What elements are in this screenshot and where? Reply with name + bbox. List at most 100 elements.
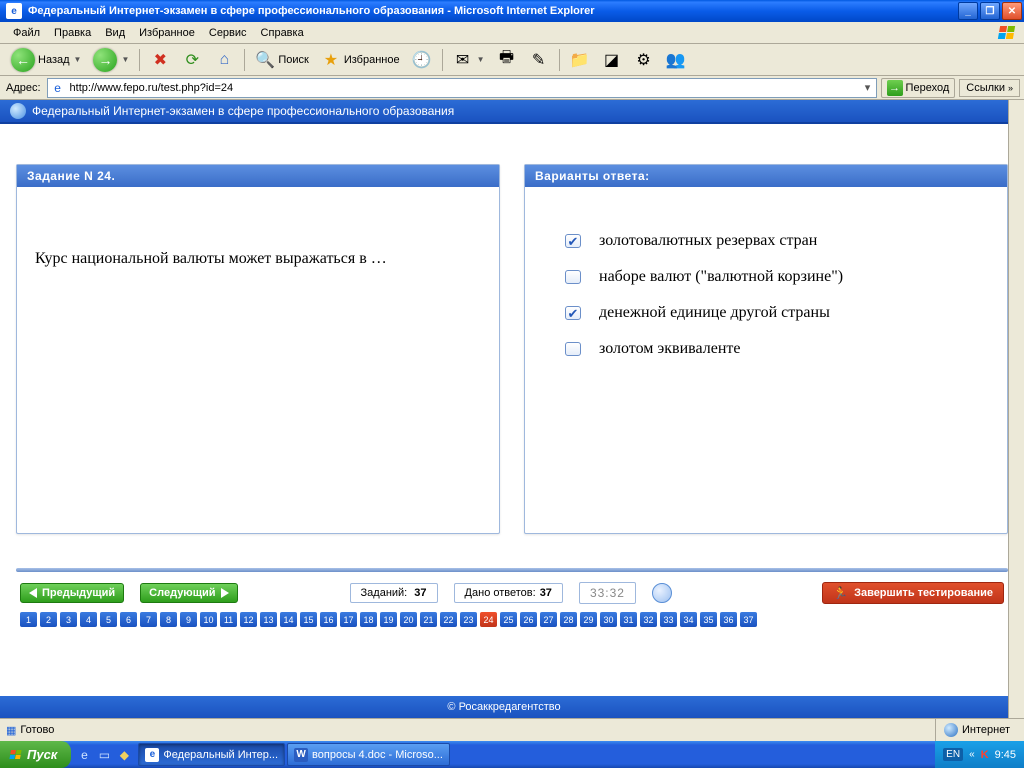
question-number[interactable]: 24: [480, 612, 497, 627]
menu-help[interactable]: Справка: [254, 25, 311, 41]
edit-button[interactable]: ✎: [524, 47, 554, 73]
answer-checkbox[interactable]: ✔: [565, 306, 581, 320]
separator: [244, 49, 245, 71]
back-label: Назад: [38, 54, 70, 66]
forward-icon: →: [93, 48, 117, 72]
menu-favorites[interactable]: Избранное: [132, 25, 202, 41]
finish-button[interactable]: 🏃Завершить тестирование: [822, 582, 1004, 604]
answered-count-box: Дано ответов:37: [454, 583, 563, 603]
tray-clock[interactable]: 9:45: [995, 749, 1016, 761]
question-number[interactable]: 5: [100, 612, 117, 627]
address-input-wrap[interactable]: e ▾: [47, 78, 877, 98]
toolbar-extra-4[interactable]: 👥: [661, 47, 691, 73]
people-icon: 👥: [666, 50, 686, 70]
tasks-count-box: Заданий: 37: [350, 583, 438, 603]
start-label: Пуск: [27, 747, 57, 762]
address-dropdown[interactable]: ▾: [860, 81, 876, 94]
question-number[interactable]: 3: [60, 612, 77, 627]
triangle-left-icon: [29, 588, 37, 598]
taskbar-item[interactable]: eФедеральный Интер...: [138, 743, 285, 766]
question-number[interactable]: 25: [500, 612, 517, 627]
toolbar-extra-2[interactable]: ◪: [597, 47, 627, 73]
close-button[interactable]: ✕: [1002, 2, 1022, 20]
print-button[interactable]: 🖶: [492, 47, 522, 73]
search-button[interactable]: 🔍Поиск: [250, 47, 313, 73]
toolbar-extra-3[interactable]: ⚙: [629, 47, 659, 73]
answers-panel-title: Варианты ответа:: [525, 165, 1007, 187]
question-number[interactable]: 19: [380, 612, 397, 627]
mail-button[interactable]: ✉▼: [448, 47, 490, 73]
tray-av-icon[interactable]: K: [981, 749, 989, 761]
question-number[interactable]: 6: [120, 612, 137, 627]
answer-checkbox[interactable]: [565, 270, 581, 284]
home-button[interactable]: ⌂: [209, 47, 239, 73]
go-button[interactable]: → Переход: [881, 78, 956, 98]
chevron-down-icon: ▼: [121, 55, 129, 64]
tray-chevron-icon[interactable]: «: [969, 749, 975, 760]
language-indicator[interactable]: EN: [943, 748, 963, 761]
address-input[interactable]: [68, 79, 860, 97]
question-number[interactable]: 22: [440, 612, 457, 627]
menu-tools[interactable]: Сервис: [202, 25, 254, 41]
menu-view[interactable]: Вид: [98, 25, 132, 41]
question-number[interactable]: 28: [560, 612, 577, 627]
question-number[interactable]: 2: [40, 612, 57, 627]
minimize-button[interactable]: _: [958, 2, 978, 20]
question-number[interactable]: 9: [180, 612, 197, 627]
address-bar: Адрес: e ▾ → Переход Ссылки»: [0, 76, 1024, 100]
back-button[interactable]: ← Назад ▼: [6, 47, 86, 73]
favorites-button[interactable]: ★Избранное: [316, 47, 405, 73]
start-button[interactable]: Пуск: [0, 741, 71, 768]
vertical-scrollbar[interactable]: [1008, 100, 1024, 718]
forward-button[interactable]: → ▼: [88, 47, 134, 73]
question-number[interactable]: 15: [300, 612, 317, 627]
question-number[interactable]: 21: [420, 612, 437, 627]
page-header-title: Федеральный Интернет-экзамен в сфере про…: [32, 104, 454, 118]
question-number[interactable]: 13: [260, 612, 277, 627]
next-button[interactable]: Следующий: [140, 583, 237, 603]
question-number[interactable]: 30: [600, 612, 617, 627]
question-number[interactable]: 10: [200, 612, 217, 627]
menu-file[interactable]: Файл: [6, 25, 47, 41]
question-number[interactable]: 1: [20, 612, 37, 627]
question-number[interactable]: 14: [280, 612, 297, 627]
question-number[interactable]: 8: [160, 612, 177, 627]
restore-button[interactable]: ❐: [980, 2, 1000, 20]
question-number[interactable]: 17: [340, 612, 357, 627]
taskbar-item[interactable]: Wвопросы 4.doc - Microso...: [287, 743, 450, 766]
toolbar-extra-1[interactable]: 📁: [565, 47, 595, 73]
question-number[interactable]: 27: [540, 612, 557, 627]
answer-checkbox[interactable]: [565, 342, 581, 356]
question-number[interactable]: 4: [80, 612, 97, 627]
question-number[interactable]: 12: [240, 612, 257, 627]
question-number[interactable]: 31: [620, 612, 637, 627]
quick-launch-desktop-icon[interactable]: ▭: [95, 746, 113, 764]
answer-checkbox[interactable]: ✔: [565, 234, 581, 248]
links-button[interactable]: Ссылки»: [959, 79, 1020, 97]
question-number[interactable]: 33: [660, 612, 677, 627]
question-number[interactable]: 16: [320, 612, 337, 627]
stop-button[interactable]: ✖: [145, 47, 175, 73]
question-number[interactable]: 18: [360, 612, 377, 627]
quick-launch-ie-icon[interactable]: e: [75, 746, 93, 764]
question-number[interactable]: 20: [400, 612, 417, 627]
question-number[interactable]: 36: [720, 612, 737, 627]
question-number[interactable]: 37: [740, 612, 757, 627]
history-button[interactable]: 🕘: [407, 47, 437, 73]
question-number[interactable]: 7: [140, 612, 157, 627]
refresh-button[interactable]: ⟳: [177, 47, 207, 73]
prev-button[interactable]: Предыдущий: [20, 583, 124, 603]
question-number[interactable]: 23: [460, 612, 477, 627]
question-number[interactable]: 35: [700, 612, 717, 627]
page-header: Федеральный Интернет-экзамен в сфере про…: [0, 100, 1024, 124]
quick-launch-app-icon[interactable]: ◆: [115, 746, 133, 764]
question-number[interactable]: 26: [520, 612, 537, 627]
question-number[interactable]: 32: [640, 612, 657, 627]
answer-text: денежной единице другой страны: [599, 301, 830, 325]
question-number[interactable]: 34: [680, 612, 697, 627]
answer-text: наборе валют ("валютной корзине"): [599, 265, 843, 289]
menu-edit[interactable]: Правка: [47, 25, 98, 41]
answer-text: золотом эквиваленте: [599, 337, 740, 361]
question-number[interactable]: 29: [580, 612, 597, 627]
question-number[interactable]: 11: [220, 612, 237, 627]
